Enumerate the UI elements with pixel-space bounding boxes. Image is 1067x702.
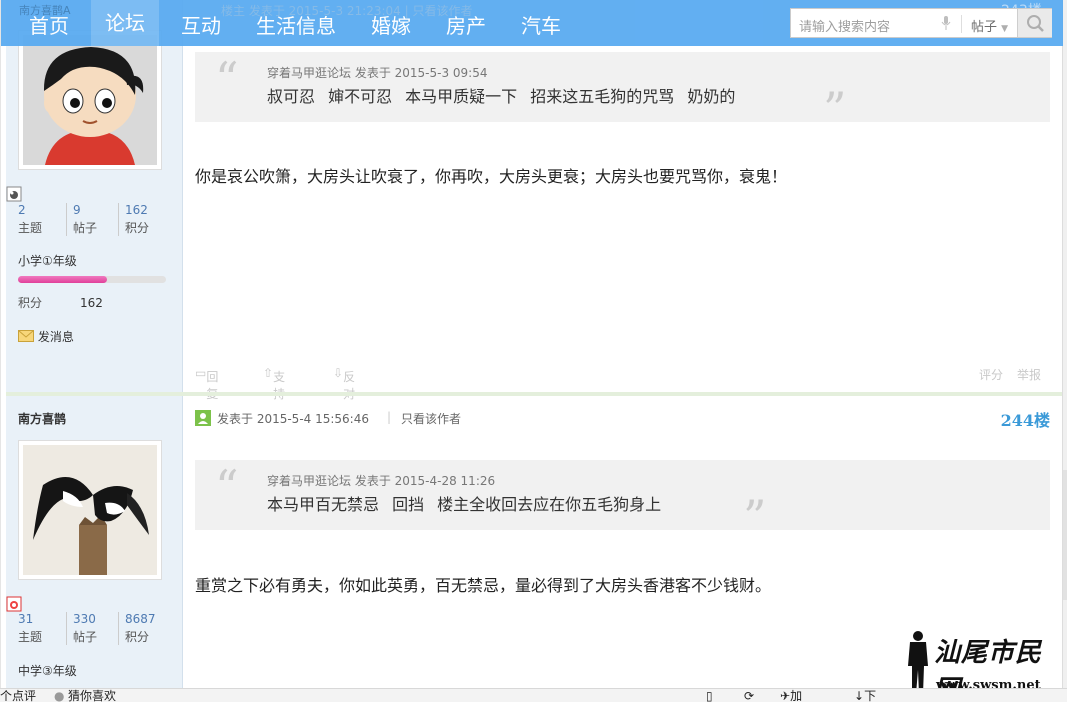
stat-label: 主题 xyxy=(18,221,43,235)
avatar[interactable] xyxy=(18,30,162,170)
stat-posts[interactable]: 330 帖子 xyxy=(66,612,116,645)
accelerator-button[interactable]: ✈ 加速器 xyxy=(780,689,802,702)
author-sidebar-2: 南方喜鹊 31 主题 330 帖子 8687 积分 中学③年级 xyxy=(6,396,183,688)
quote-text: 本马甲百无禁忌 回挡 楼主全收回去应在你五毛狗身上 xyxy=(267,495,662,514)
stat-label: 帖子 xyxy=(73,630,98,644)
top-navigation: 南方喜鹊A 楼主 发表于 2015-5-3 21:23:04 | 只看该作者 2… xyxy=(1,0,1063,46)
floor-number[interactable]: 244楼 xyxy=(1001,407,1050,431)
nav-wedding[interactable]: 婚嫁 xyxy=(371,10,411,38)
browser-status-bar: 个点评 ● 猜你喜欢 ▯ ⟳ ✈ 加速器 ↓ 下载 xyxy=(0,688,1067,702)
stat-label: 积分 xyxy=(125,221,150,235)
envelope-icon xyxy=(18,330,34,342)
stat-value: 31 xyxy=(18,612,34,626)
stat-points[interactable]: 162 积分 xyxy=(118,203,168,236)
silhouette-figure-icon xyxy=(908,631,928,694)
open-quote-icon: “ xyxy=(215,460,239,514)
nav-life-info[interactable]: 生活信息 xyxy=(256,10,336,38)
microphone-icon[interactable] xyxy=(941,16,951,30)
reply-label: 回复 xyxy=(206,370,219,401)
stat-label: 主题 xyxy=(18,630,43,644)
forum-page: 2 主题 9 帖子 162 积分 小学①年级 积分 162 发消息 “ 穿着马甲逛论坛 … xyxy=(0,0,1063,688)
send-message-link[interactable]: 发消息 xyxy=(18,328,74,345)
post-actions: ▭ 回复 ⇧ 支持 ⇩ 反对 评分 举报 xyxy=(195,364,1050,401)
status-comments[interactable]: 个点评 xyxy=(0,689,36,702)
scrollbar[interactable] xyxy=(1062,0,1067,688)
download-button[interactable]: ↓ 下载 xyxy=(854,689,876,702)
nav-home[interactable]: 首页 xyxy=(29,10,69,38)
search-type-select[interactable]: 帖子 ▼ xyxy=(971,16,1008,35)
oppose-button[interactable]: ⇩ 反对 xyxy=(333,366,355,401)
stat-topics[interactable]: 2 主题 xyxy=(18,203,68,236)
author-sidebar-1: 2 主题 9 帖子 162 积分 小学①年级 积分 162 发消息 xyxy=(6,0,183,392)
search-box: 请输入搜索内容 帖子 ▼ xyxy=(790,8,1052,38)
weibo-icon[interactable] xyxy=(6,596,22,612)
rank-progress-bar xyxy=(18,276,166,283)
quote-block: “ 穿着马甲逛论坛 发表于 2015-4-28 11:26 本马甲百无禁忌 回挡… xyxy=(195,460,1050,540)
close-quote-icon: ” xyxy=(743,490,767,544)
stat-value: 2 xyxy=(18,203,26,217)
rank-progress-fill xyxy=(18,276,107,283)
user-rank[interactable]: 小学①年级 xyxy=(18,252,77,269)
search-button[interactable] xyxy=(1017,9,1052,37)
user-rank[interactable]: 中学③年级 xyxy=(18,662,77,679)
chevron-down-icon: ▼ xyxy=(1001,24,1009,34)
stat-value: 330 xyxy=(73,612,96,626)
quote-meta: 穿着马甲逛论坛 发表于 2015-4-28 11:26 xyxy=(267,474,496,488)
post-date: 发表于 2015-5-4 15:56:46 xyxy=(217,412,369,426)
oppose-label: 反对 xyxy=(343,370,356,401)
points-label: 积分 xyxy=(18,296,43,310)
quote-block: “ 穿着马甲逛论坛 发表于 2015-5-3 09:54 叔可忍 婶不可忍 本马… xyxy=(195,52,1050,132)
stat-value: 8687 xyxy=(125,612,156,626)
search-type-label: 帖子 xyxy=(971,20,998,35)
search-separator xyxy=(961,15,962,33)
post-meta: 发表于 2015-5-4 15:56:46 | 只看该作者 244楼 xyxy=(195,407,1050,431)
dot-icon: ● xyxy=(54,689,65,702)
status-recommend[interactable]: 猜你喜欢 xyxy=(68,689,116,702)
report-link[interactable]: 举报 xyxy=(1017,366,1041,383)
nav-auto[interactable]: 汽车 xyxy=(521,10,561,38)
search-icon xyxy=(1027,15,1044,32)
meta-separator: | xyxy=(387,410,392,424)
open-quote-icon: “ xyxy=(215,52,239,106)
user-online-icon xyxy=(195,410,211,426)
cartoon-avatar-image xyxy=(23,35,157,165)
avatar[interactable] xyxy=(18,440,162,580)
quote-text: 叔可忍 婶不可忍 本马甲质疑一下 招来这五毛狗的咒骂 奶奶的 xyxy=(267,87,736,106)
support-label: 支持 xyxy=(273,370,286,401)
points-row: 积分 162 xyxy=(18,294,103,311)
scrollbar-thumb[interactable] xyxy=(1063,470,1067,600)
points-value: 162 xyxy=(80,296,103,310)
nav-forum[interactable]: 论坛 xyxy=(91,0,159,46)
phone-icon[interactable]: ▯ xyxy=(706,689,713,702)
stat-label: 积分 xyxy=(125,630,150,644)
medal-icon xyxy=(6,186,22,202)
reply-button[interactable]: ▭ 回复 xyxy=(195,366,218,401)
stat-points[interactable]: 8687 积分 xyxy=(118,612,168,645)
magpie-avatar-image xyxy=(23,445,157,575)
quote-meta: 穿着马甲逛论坛 发表于 2015-5-3 09:54 xyxy=(267,66,488,80)
accelerator-label: 加速器 xyxy=(790,689,803,702)
rate-link[interactable]: 评分 xyxy=(979,366,1003,383)
refresh-icon[interactable]: ⟳ xyxy=(744,689,754,702)
post-body: 重赏之下必有勇夫，你如此英勇，百无禁忌，量必得到了大房头香港客不少钱财。 xyxy=(195,576,772,595)
stat-topics[interactable]: 31 主题 xyxy=(18,612,68,645)
only-author-link[interactable]: 只看该作者 xyxy=(401,410,461,427)
stat-value: 9 xyxy=(73,203,81,217)
nav-interact[interactable]: 互动 xyxy=(181,10,221,38)
download-label: 下载 xyxy=(864,689,877,702)
search-input[interactable]: 请输入搜索内容 xyxy=(799,16,890,35)
post-body: 你是哀公吹箫，大房头让吹衰了，你再吹，大房头更衰；大房头也要咒骂你，衰鬼！ xyxy=(195,167,788,186)
stat-label: 帖子 xyxy=(73,221,98,235)
send-message-label: 发消息 xyxy=(37,330,74,344)
username[interactable]: 南方喜鹊 xyxy=(18,410,66,427)
close-quote-icon: ” xyxy=(823,82,847,136)
stat-value: 162 xyxy=(125,203,148,217)
support-button[interactable]: ⇧ 支持 xyxy=(263,366,285,401)
nav-real-estate[interactable]: 房产 xyxy=(446,10,486,38)
stat-posts[interactable]: 9 帖子 xyxy=(66,203,116,236)
